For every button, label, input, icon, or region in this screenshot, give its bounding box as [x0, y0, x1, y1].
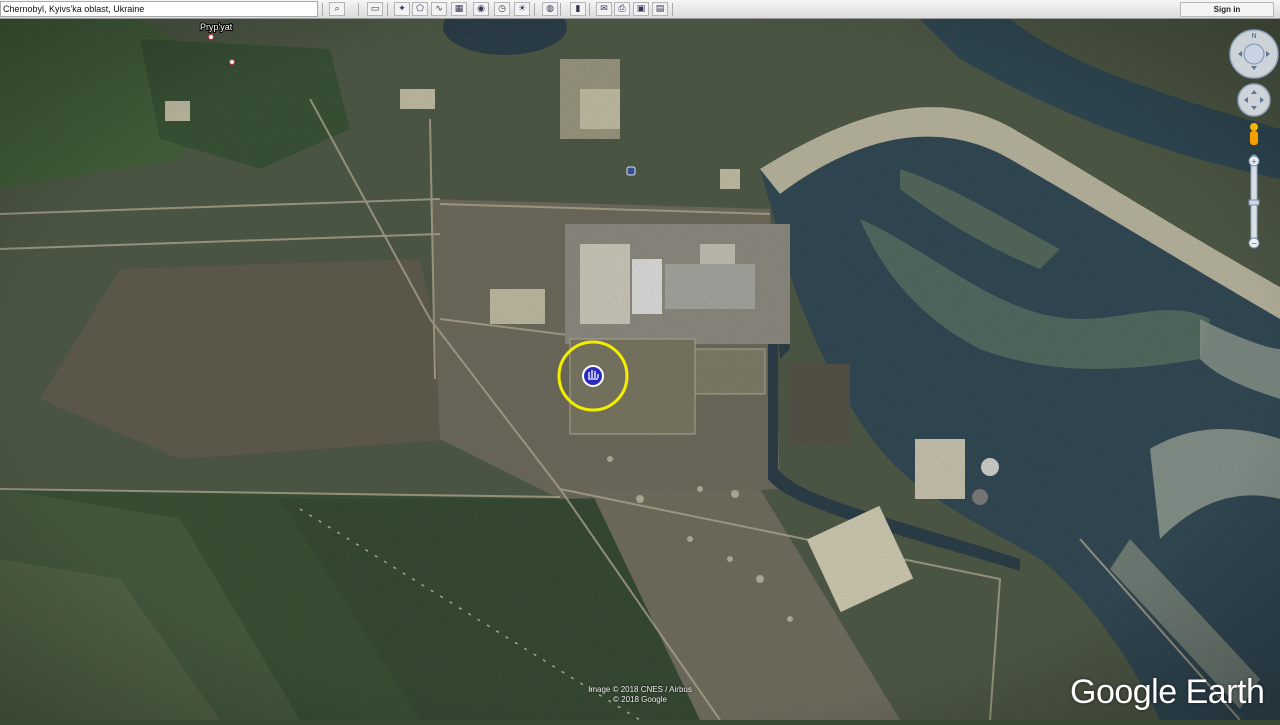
- satellite-map-view[interactable]: Pryp'yat: [0, 0, 1280, 721]
- street-view-pegman-icon[interactable]: [1250, 123, 1258, 145]
- svg-text:+: +: [1251, 157, 1258, 166]
- google-earth-logo: Google Earth: [1070, 673, 1265, 711]
- attribution-line-2: © 2018 Google: [613, 695, 667, 704]
- placemark-icon[interactable]: ✦: [394, 2, 410, 16]
- historical-imagery-icon[interactable]: ◷: [494, 2, 510, 16]
- satellite-imagery: Pryp'yat: [0, 0, 1280, 721]
- look-joystick[interactable]: N: [1229, 29, 1279, 79]
- cursor-hand-icon: [582, 365, 604, 387]
- panel-toggle-icon[interactable]: ▭: [367, 2, 383, 16]
- map-label-town[interactable]: Pryp'yat: [199, 21, 234, 33]
- maps-icon[interactable]: ▤: [652, 2, 668, 16]
- sunlight-icon[interactable]: ☀: [514, 2, 530, 16]
- poi-marker-icon[interactable]: [229, 59, 235, 65]
- toolbar-separator: [589, 3, 590, 16]
- path-icon[interactable]: ∿: [431, 2, 447, 16]
- planets-icon[interactable]: ◍: [542, 2, 558, 16]
- image-overlay-icon[interactable]: ▦: [451, 2, 467, 16]
- print-icon[interactable]: ⎙: [614, 2, 630, 16]
- toolbar-separator: [560, 3, 561, 16]
- toolbar-separator: [322, 3, 323, 16]
- polygon-icon[interactable]: ⬠: [412, 2, 428, 16]
- zoom-slider[interactable]: + −: [1248, 154, 1260, 249]
- toolbar-separator: [672, 3, 673, 16]
- search-icon[interactable]: ⌕: [329, 2, 345, 16]
- toolbar-separator: [358, 3, 359, 16]
- svg-text:−: −: [1251, 239, 1258, 248]
- toolbar-separator: [387, 3, 388, 16]
- town-marker-icon[interactable]: [208, 34, 214, 40]
- sign-in-button[interactable]: Sign in: [1180, 2, 1274, 17]
- search-input[interactable]: [0, 1, 318, 17]
- save-image-icon[interactable]: ▣: [633, 2, 649, 16]
- tour-icon[interactable]: ◉: [473, 2, 489, 16]
- imagery-attribution: Image © 2018 CNES / Airbus © 2018 Google: [570, 685, 710, 705]
- attribution-line-1: Image © 2018 CNES / Airbus: [588, 685, 692, 694]
- toolbar-separator: [488, 3, 489, 16]
- toolbar-separator: [534, 3, 535, 16]
- ruler-icon[interactable]: ▮: [570, 2, 586, 16]
- toolbar: ⌕ ▭ ✦⬠∿ ▦ ◉ ◷ ☀ ◍ ▮ ✉⎙▣▤ Sign in: [0, 0, 1280, 19]
- svg-text:N: N: [1251, 32, 1256, 40]
- move-joystick[interactable]: [1237, 83, 1271, 117]
- email-icon[interactable]: ✉: [596, 2, 612, 16]
